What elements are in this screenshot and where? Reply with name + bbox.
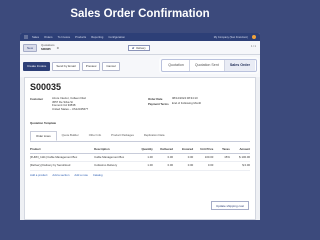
cell-quantity[interactable]: 1.00 bbox=[131, 163, 152, 168]
record-pager[interactable]: 1 / 1 bbox=[251, 45, 256, 48]
add-product-link[interactable]: Add a product bbox=[30, 173, 47, 177]
customer-label: Customer bbox=[30, 97, 44, 101]
nav-item-reporting[interactable]: Reporting bbox=[91, 35, 103, 39]
cell-product[interactable]: [FURN_1111] Cable Management Box bbox=[30, 155, 94, 160]
new-button[interactable]: New bbox=[23, 43, 38, 52]
breadcrumb: Quotations S00035 bbox=[41, 43, 55, 51]
form-tabs: Order Lines Quote Builder Other Info Pro… bbox=[30, 131, 250, 142]
delivery-smart-button[interactable]: ▰ Delivery bbox=[128, 45, 150, 51]
catalog-link[interactable]: Catalog bbox=[93, 173, 103, 177]
order-date-label: Order Date bbox=[148, 97, 163, 101]
cell-invoiced: 0.00 bbox=[187, 154, 194, 159]
status-quotation[interactable]: Quotation bbox=[163, 60, 190, 71]
cell-taxes[interactable]: 15% bbox=[213, 155, 230, 160]
cell-unit-price[interactable]: 0.00 bbox=[193, 163, 213, 168]
banner-title: Sales Order Confirmation bbox=[70, 8, 210, 20]
tab-product-packages[interactable]: Product Packages bbox=[106, 131, 139, 141]
cell-invoiced: 0.00 bbox=[187, 163, 194, 168]
cell-description[interactable]: Cable Management Box bbox=[94, 155, 131, 160]
quotation-template-label: Quotation Template bbox=[30, 121, 57, 125]
add-line-links: Add a product Add a section Add a note C… bbox=[30, 171, 250, 179]
customer-line: United States – US12345677 bbox=[52, 106, 89, 111]
form-sheet: S00035 Customer Azure Interior, Colleen … bbox=[24, 77, 256, 220]
cell-product[interactable]: [Delivery] Delivery by Sendcloud bbox=[30, 163, 94, 168]
nav-item-to-invoice[interactable]: To Invoice bbox=[58, 35, 71, 39]
col-amount[interactable]: Amount bbox=[230, 147, 250, 151]
cell-amount: $ 0.00 bbox=[242, 163, 251, 168]
status-quotation-sent[interactable]: Quotation Sent bbox=[190, 60, 225, 71]
app-screenshot: Sales Orders To Invoice Products Reporti… bbox=[20, 33, 260, 220]
user-avatar[interactable] bbox=[252, 35, 256, 39]
status-bar: Quotation Quotation Sent Sales Order bbox=[161, 59, 257, 72]
order-fields: Customer Azure Interior, Colleen Diaz 45… bbox=[30, 96, 250, 119]
delivery-label: Delivery bbox=[136, 46, 146, 50]
preview-button[interactable]: Preview bbox=[81, 61, 101, 71]
send-by-email-button[interactable]: Send by Email bbox=[52, 61, 80, 71]
table-row[interactable]: [Delivery] Delivery by Sendcloud Colissi… bbox=[30, 162, 250, 171]
payment-terms-label: Payment Terms bbox=[148, 102, 169, 106]
add-section-link[interactable]: Add a section bbox=[52, 173, 69, 177]
navbar-right: My Company (San Francisco) bbox=[210, 35, 260, 39]
order-lines-table: Product Description Quantity Delivered I… bbox=[30, 145, 250, 179]
tab-other-info[interactable]: Other Info bbox=[84, 131, 106, 141]
table-row[interactable]: [FURN_1111] Cable Management Box Cable M… bbox=[30, 154, 250, 163]
tab-replication-data[interactable]: Replication Data bbox=[139, 131, 170, 141]
cell-delivered: 0.00 bbox=[167, 163, 174, 168]
breadcrumb-bar: New Quotations S00035 ⚙ ▰ Delivery 1 / 1 bbox=[20, 41, 260, 55]
nav-item-sales[interactable]: Sales bbox=[32, 35, 39, 39]
tab-order-lines[interactable]: Order Lines bbox=[30, 131, 57, 141]
cell-amount: $ 100.00 bbox=[239, 154, 251, 159]
cell-description[interactable]: Colissimo Delivery bbox=[94, 163, 131, 168]
cancel-button[interactable]: Cancel bbox=[102, 61, 120, 71]
col-unit-price[interactable]: Unit Price bbox=[193, 147, 213, 151]
customer-address[interactable]: Azure Interior, Colleen Diaz 4557 De Sil… bbox=[52, 96, 89, 111]
col-delivered[interactable]: Delivered bbox=[153, 147, 173, 151]
create-invoice-button[interactable]: Create Invoice bbox=[23, 61, 51, 71]
add-note-link[interactable]: Add a note bbox=[74, 173, 88, 177]
tab-quote-builder[interactable]: Quote Builder bbox=[57, 131, 84, 141]
order-number: S00035 bbox=[30, 82, 62, 92]
cell-quantity[interactable]: 1.00 bbox=[131, 155, 152, 160]
nav-item-configuration[interactable]: Configuration bbox=[108, 35, 125, 39]
payment-terms-value[interactable]: End of Following Month bbox=[172, 101, 201, 106]
gear-icon[interactable]: ⚙ bbox=[57, 46, 60, 50]
col-invoiced[interactable]: Invoiced bbox=[173, 147, 193, 151]
quotation-template-field[interactable]: Quotation Template bbox=[30, 121, 250, 125]
col-quantity[interactable]: Quantity bbox=[131, 147, 153, 151]
top-navbar: Sales Orders To Invoice Products Reporti… bbox=[20, 33, 260, 41]
table-header: Product Description Quantity Delivered I… bbox=[30, 145, 250, 154]
company-switcher[interactable]: My Company (San Francisco) bbox=[214, 36, 248, 39]
truck-icon: ▰ bbox=[132, 46, 135, 50]
cell-delivered: 0.00 bbox=[167, 154, 174, 159]
nav-item-orders[interactable]: Orders bbox=[44, 35, 53, 39]
action-bar: Create Invoice Send by Email Preview Can… bbox=[20, 55, 260, 77]
status-sales-order[interactable]: Sales Order bbox=[224, 60, 255, 71]
col-product[interactable]: Product bbox=[30, 147, 94, 151]
breadcrumb-current: S00035 bbox=[41, 46, 51, 51]
col-taxes[interactable]: Taxes bbox=[213, 147, 230, 151]
nav-item-products[interactable]: Products bbox=[75, 35, 86, 39]
col-description[interactable]: Description bbox=[94, 147, 131, 151]
apps-grid-icon[interactable] bbox=[24, 35, 28, 39]
cell-unit-price[interactable]: 100.00 bbox=[193, 155, 214, 160]
update-shipping-cost-button[interactable]: Update shipping cost bbox=[210, 201, 249, 210]
